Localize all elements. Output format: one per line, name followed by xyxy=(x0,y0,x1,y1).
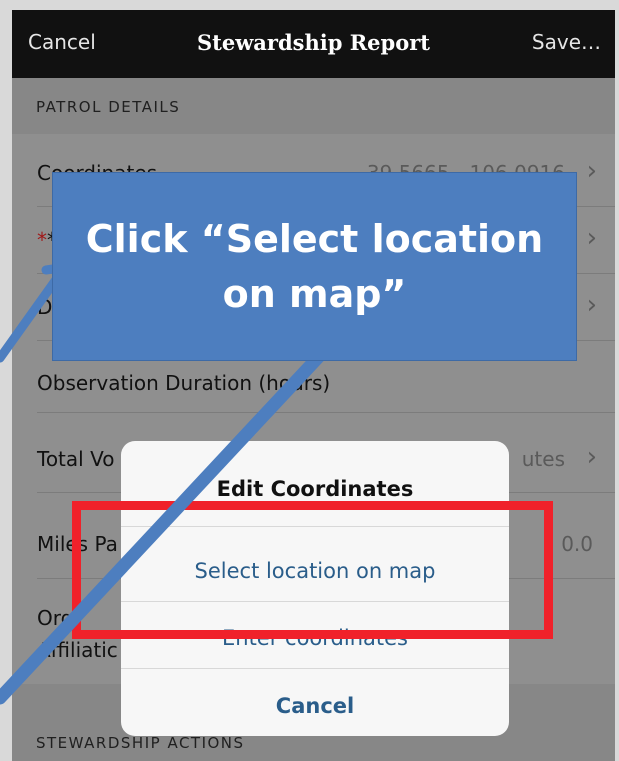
arrows-overlay xyxy=(0,263,332,705)
arrow-diagonal xyxy=(0,343,332,705)
instruction-callout: Click “Select location on map” xyxy=(53,173,576,360)
arrow-upper-left xyxy=(0,269,65,363)
callout-text: Click “Select location on map” xyxy=(85,216,544,316)
